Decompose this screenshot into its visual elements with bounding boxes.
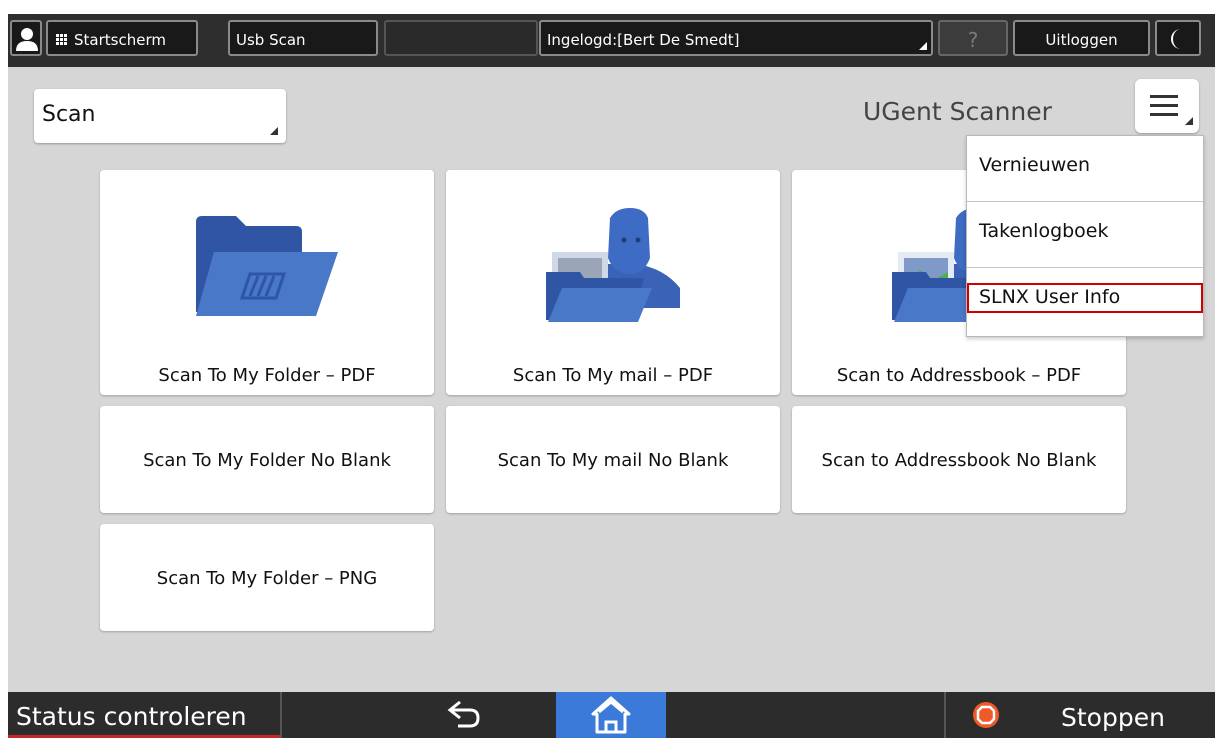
- tile-label: Scan To My Folder – PDF: [158, 365, 376, 386]
- tile-scan-addressbook-no-blank[interactable]: Scan to Addressbook No Blank: [792, 406, 1126, 513]
- tile-label: Scan To My mail No Blank: [497, 450, 729, 471]
- moon-icon: [1171, 29, 1181, 49]
- login-status-label: Ingelogd:[Bert De Smedt]: [547, 31, 740, 49]
- printer-screen: Startscherm Usb Scan Ingelogd:[Bert De S…: [8, 14, 1215, 738]
- apps-grid-icon: [56, 33, 70, 48]
- hamburger-icon-bar: [1150, 104, 1178, 107]
- stop-button[interactable]: Stoppen: [944, 692, 1215, 738]
- menu-item-refresh[interactable]: Vernieuwen: [967, 136, 1203, 202]
- home-screen-button[interactable]: Startscherm: [46, 20, 198, 56]
- usb-scan-label: Usb Scan: [236, 31, 306, 49]
- usb-scan-button[interactable]: Usb Scan: [228, 20, 378, 56]
- dropdown-corner-icon: [1185, 117, 1193, 125]
- main-area: Scan UGent Scanner Scan To My Folder – P…: [8, 67, 1215, 692]
- tile-label: Scan to Addressbook No Blank: [821, 450, 1097, 471]
- tile-label: Scan To My Folder No Blank: [143, 450, 391, 471]
- stop-icon: [973, 702, 999, 728]
- mode-select-value: Scan: [42, 102, 96, 127]
- tile-scan-mail-no-blank[interactable]: Scan To My mail No Blank: [446, 406, 780, 513]
- logout-button[interactable]: Uitloggen: [1013, 20, 1150, 56]
- empty-slot: [384, 20, 538, 56]
- logout-label: Uitloggen: [1045, 31, 1118, 49]
- folder-icon: [196, 216, 338, 316]
- hamburger-icon-bar: [1150, 113, 1178, 116]
- menu-item-label: Takenlogboek: [979, 220, 1109, 242]
- menu-item-job-log[interactable]: Takenlogboek: [967, 202, 1203, 268]
- dropdown-corner-icon: [919, 42, 927, 50]
- home-screen-label: Startscherm: [74, 31, 166, 49]
- tile-label: Scan To My Folder – PNG: [156, 568, 378, 589]
- mode-select[interactable]: Scan: [34, 89, 286, 143]
- help-icon: ?: [967, 28, 979, 52]
- user-button[interactable]: [10, 20, 42, 56]
- menu-item-label: SLNX User Info: [979, 286, 1121, 308]
- home-button[interactable]: [556, 692, 666, 738]
- app-title: UGent Scanner: [863, 97, 1052, 126]
- menu-button[interactable]: [1135, 79, 1199, 133]
- menu-item-label: Vernieuwen: [979, 154, 1091, 176]
- dropdown-corner-icon: [270, 127, 278, 135]
- tile-scan-folder-pdf[interactable]: Scan To My Folder – PDF: [100, 170, 434, 395]
- user-mail-icon: [546, 208, 680, 322]
- back-button[interactable]: [436, 692, 496, 738]
- menu-item-slnx-user-info[interactable]: SLNX User Info: [967, 283, 1203, 313]
- check-status-label: Status controleren: [16, 702, 247, 731]
- stop-label: Stoppen: [1061, 703, 1165, 732]
- user-icon: [16, 28, 38, 51]
- tile-label: Scan to Addressbook – PDF: [836, 365, 1082, 386]
- help-button[interactable]: ?: [938, 20, 1008, 56]
- tile-label: Scan To My mail – PDF: [512, 365, 714, 386]
- check-status-button[interactable]: Status controleren: [8, 692, 282, 738]
- energy-saver-button[interactable]: [1155, 20, 1201, 56]
- login-status-button[interactable]: Ingelogd:[Bert De Smedt]: [539, 20, 933, 56]
- home-icon: [591, 696, 631, 734]
- options-menu: Vernieuwen Takenlogboek SLNX User Info: [966, 135, 1204, 337]
- bottom-bar: Status controleren Stoppen: [8, 692, 1215, 738]
- tile-scan-folder-no-blank[interactable]: Scan To My Folder No Blank: [100, 406, 434, 513]
- hamburger-icon: [1150, 95, 1178, 98]
- tile-scan-mail-pdf[interactable]: Scan To My mail – PDF: [446, 170, 780, 395]
- back-arrow-icon: [447, 700, 480, 728]
- tile-scan-folder-png[interactable]: Scan To My Folder – PNG: [100, 524, 434, 631]
- top-bar: Startscherm Usb Scan Ingelogd:[Bert De S…: [8, 14, 1215, 67]
